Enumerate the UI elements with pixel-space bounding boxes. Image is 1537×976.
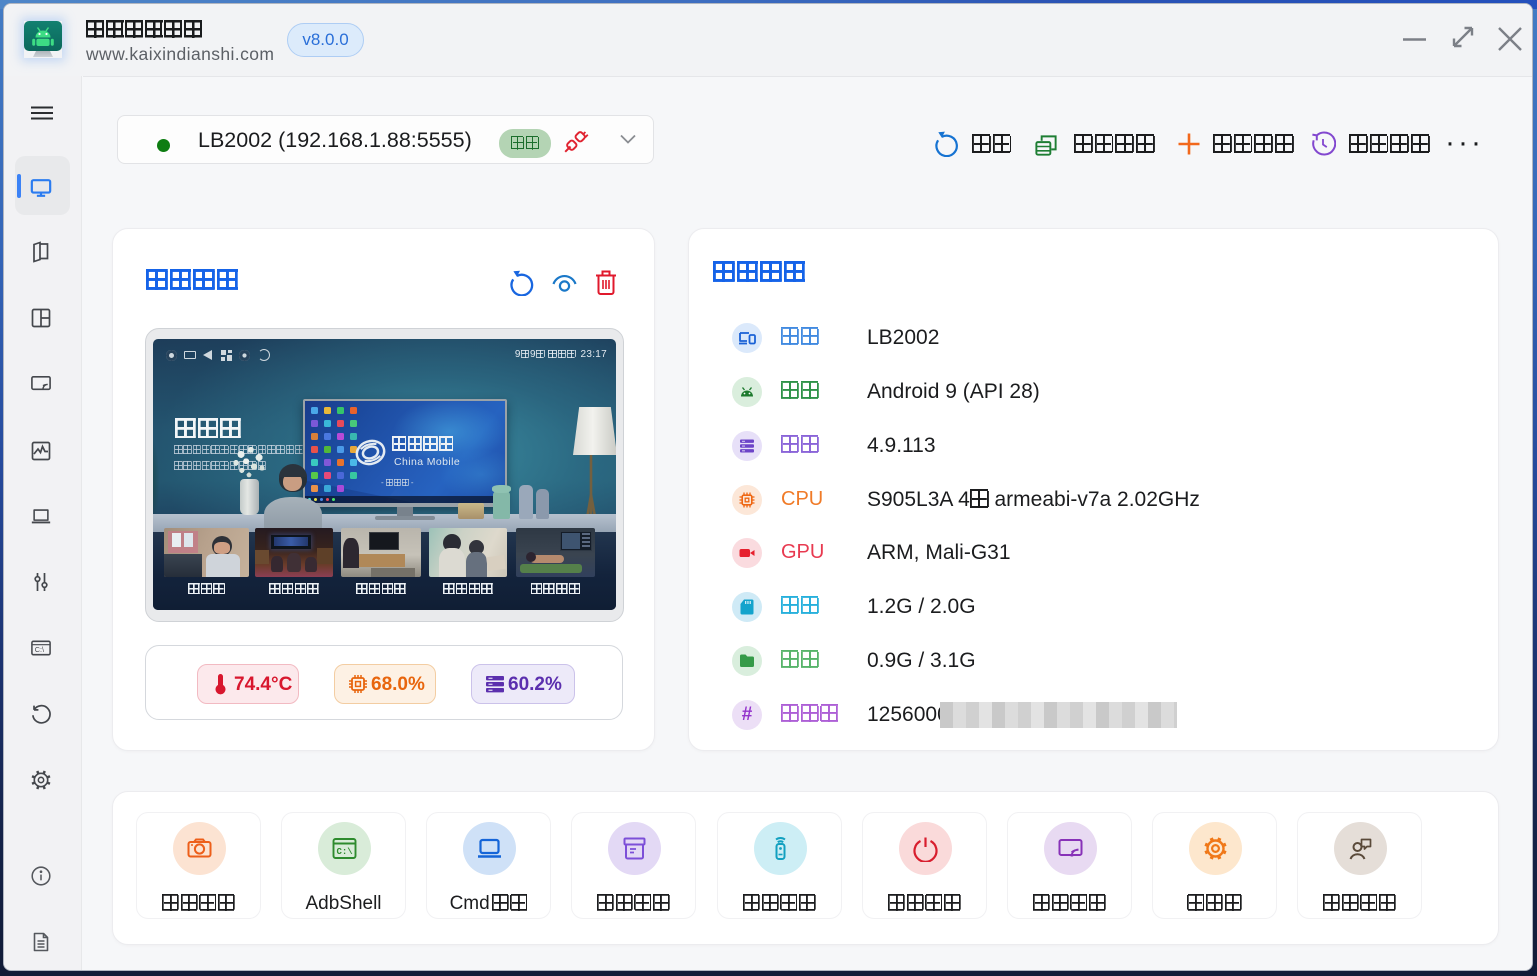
svg-text:C:\: C:\ bbox=[337, 847, 354, 857]
svg-text:C:\: C:\ bbox=[35, 646, 44, 654]
